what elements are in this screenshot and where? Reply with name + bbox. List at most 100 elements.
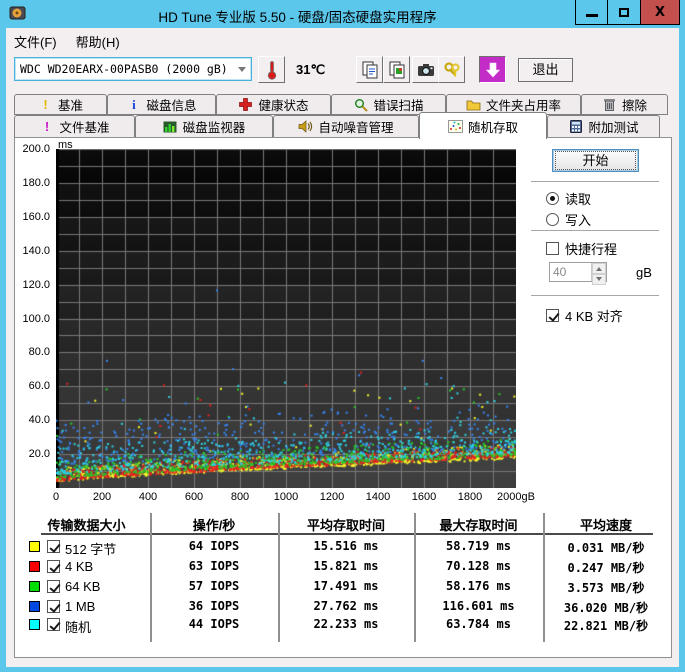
exit-button[interactable]: 退出 <box>518 58 573 82</box>
y-axis-tick: 80.0 <box>28 346 50 359</box>
avg-speed-value: 0.031 MB/秒 <box>567 541 645 555</box>
window-title: HD Tune 专业版 5.50 - 硬盘/固态硬盘实用程序 <box>158 10 437 25</box>
series-label: 4 KB <box>65 559 94 574</box>
chevron-down-icon <box>233 63 251 76</box>
options-button[interactable] <box>438 56 465 83</box>
col-header-avg: 平均存取时间 <box>306 518 385 533</box>
series-color-swatch <box>29 581 40 592</box>
col-header-transfer-size: 传输数据大小 <box>47 518 126 533</box>
x-axis-tick: 1800 <box>457 491 483 503</box>
series-checkbox[interactable] <box>47 618 60 631</box>
read-label: 读取 <box>565 192 592 207</box>
tab-label: 自动噪音管理 <box>318 121 394 135</box>
tab-label: 磁盘监视器 <box>182 121 246 135</box>
copy-text-button[interactable] <box>356 56 383 83</box>
y-axis-tick: 60.0 <box>28 380 50 393</box>
y-axis-tick: 180.0 <box>22 176 50 189</box>
close-icon[interactable]: X <box>641 0 680 25</box>
thermometer-icon <box>267 60 276 80</box>
copy-image-button[interactable] <box>383 56 410 83</box>
stepper-up-icon[interactable] <box>592 263 606 274</box>
short-stroke-label: 快捷行程 <box>565 242 618 257</box>
avg-speed-value: 36.020 MB/秒 <box>563 601 649 615</box>
y-axis-tick: 200.0 <box>22 143 50 155</box>
tab-extra-tests[interactable]: 附加测试 <box>547 115 660 138</box>
erase-icon <box>602 98 617 112</box>
series-checkbox[interactable] <box>47 540 60 553</box>
col-header-iops: 操作/秒 <box>192 518 236 533</box>
series-label: 随机 <box>65 620 92 635</box>
y-axis-tick: 160.0 <box>22 210 50 223</box>
iops-value: 44 IOPS <box>188 617 240 631</box>
tab-label: 基准 <box>57 99 83 113</box>
separator <box>531 230 659 232</box>
tab-label: 文件基准 <box>59 121 110 135</box>
temperature-button[interactable] <box>258 56 285 83</box>
series-checkbox[interactable] <box>47 580 60 593</box>
series-label: 64 KB <box>65 579 101 594</box>
x-axis-tick: 1600 <box>411 491 437 503</box>
x-axis-tick: 800 <box>230 491 250 503</box>
benchmark-icon: ! <box>43 97 48 112</box>
x-axis-tick: 1000 <box>273 491 299 503</box>
write-radio-row[interactable]: 写入 <box>546 210 591 229</box>
minimize-icon[interactable] <box>575 0 608 25</box>
max-access-value: 58.719 ms <box>445 539 512 553</box>
start-button[interactable]: 开始 <box>552 149 639 172</box>
tab-disk-monitor[interactable]: 磁盘监视器 <box>135 115 273 138</box>
iops-value: 64 IOPS <box>188 539 240 553</box>
tab-disk-info[interactable]: i 磁盘信息 <box>107 94 216 115</box>
x-axis-tick: 1400 <box>365 491 391 503</box>
aam-icon <box>298 120 313 134</box>
drive-select[interactable]: WDC WD20EARX-00PASB0 (2000 gB) <box>14 57 252 81</box>
stroke-size-input[interactable] <box>550 263 591 281</box>
tab-benchmark[interactable]: ! 基准 <box>14 94 107 115</box>
stepper-down-icon[interactable] <box>592 274 606 285</box>
tab-random-access[interactable]: 随机存取 <box>419 112 547 139</box>
x-axis-tick: 200 <box>92 491 112 503</box>
header-underline <box>41 533 653 535</box>
short-stroke-row[interactable]: 快捷行程 <box>546 239 617 258</box>
save-results-button[interactable] <box>479 56 506 83</box>
max-access-value: 70.128 ms <box>445 559 512 573</box>
iops-value: 63 IOPS <box>188 559 240 573</box>
align-row[interactable]: 4 KB 对齐 <box>546 306 623 325</box>
tab-health[interactable]: 健康状态 <box>216 94 331 115</box>
series-checkbox[interactable] <box>47 560 60 573</box>
y-axis-tick: 100.0 <box>22 312 50 325</box>
x-axis-tick: 2000gB <box>497 491 535 503</box>
col-header-max: 最大存取时间 <box>439 518 518 533</box>
iops-value: 36 IOPS <box>188 599 240 613</box>
series-color-swatch <box>29 619 40 630</box>
menu-file[interactable]: 文件(F) <box>6 28 68 52</box>
stroke-size-stepper <box>591 263 606 285</box>
separator <box>531 181 659 183</box>
file-benchmark-icon: ! <box>44 119 50 134</box>
align-4kb-checkbox[interactable] <box>546 309 559 322</box>
tab-erase[interactable]: 擦除 <box>581 94 668 115</box>
screenshot-camera-icon <box>417 63 434 76</box>
series-checkbox[interactable] <box>47 600 60 613</box>
tab-aam[interactable]: 自动噪音管理 <box>273 115 419 138</box>
menu-help[interactable]: 帮助(H) <box>68 28 131 52</box>
read-radio-row[interactable]: 读取 <box>546 189 591 208</box>
screenshot-button[interactable] <box>412 56 439 83</box>
write-radio[interactable] <box>546 213 559 226</box>
app-harddisk-icon <box>9 6 26 20</box>
maximize-icon[interactable] <box>608 0 641 25</box>
tab-file-benchmark[interactable]: ! 文件基准 <box>14 115 135 138</box>
avg-speed-value: 0.247 MB/秒 <box>567 561 645 575</box>
series-color-swatch <box>29 561 40 572</box>
access-time-scatter-plot <box>56 149 516 488</box>
read-radio[interactable] <box>546 192 559 205</box>
random-access-icon <box>447 119 463 133</box>
write-label: 写入 <box>565 213 592 228</box>
error-scan-icon <box>353 98 368 112</box>
series-color-swatch <box>29 601 40 612</box>
tab-label: 健康状态 <box>258 99 309 113</box>
y-axis-tick: 40.0 <box>28 414 50 427</box>
max-access-value: 116.601 ms <box>442 599 515 613</box>
tab-label: 随机存取 <box>467 120 518 135</box>
extra-tests-icon <box>568 120 583 134</box>
short-stroke-checkbox[interactable] <box>546 242 559 255</box>
